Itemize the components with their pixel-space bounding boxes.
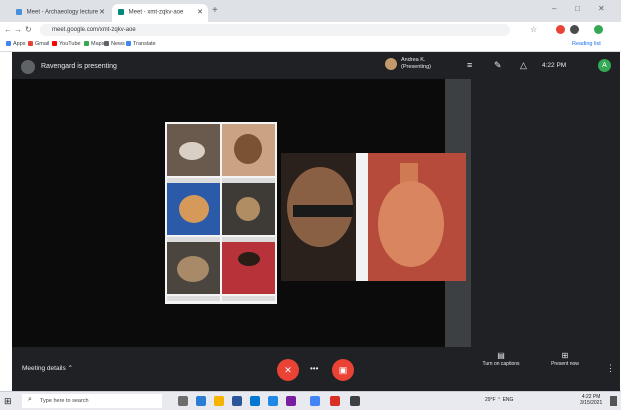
artifact-image bbox=[167, 183, 220, 242]
meet-controls-bar: Meeting details ⌃ ✕ ••• ▣ ▤ Turn on capt… bbox=[12, 347, 620, 391]
captions-icon: ▤ bbox=[497, 351, 505, 360]
close-tab-icon[interactable]: ✕ bbox=[197, 8, 203, 16]
address-bar-row: ← → ↻ meet.google.com/xmt-zqkv-aoe ☆ bbox=[0, 22, 621, 38]
taskbar-search-input[interactable]: ⌕ Type here to search bbox=[22, 394, 162, 408]
presenting-user-name: Andrea K. bbox=[401, 57, 426, 63]
browser-tab[interactable]: Meet - Archaeology lecture ✕ bbox=[10, 4, 110, 22]
edge-icon[interactable] bbox=[196, 396, 206, 406]
store-icon[interactable] bbox=[250, 396, 260, 406]
present-now-button[interactable]: ⊞ Present now bbox=[540, 351, 590, 368]
taskbar-clock[interactable]: 4:22 PM 3/15/2021 bbox=[580, 394, 602, 406]
bookmark-item[interactable]: News bbox=[104, 41, 125, 47]
captions-button[interactable]: ▤ Turn on captions bbox=[476, 351, 526, 368]
reload-icon[interactable]: ↻ bbox=[25, 25, 32, 34]
search-icon: ⌕ bbox=[28, 396, 32, 403]
tab-label: Meet - Archaeology lecture bbox=[26, 9, 99, 16]
tab-label: Meet - xmt-zqkv-aoe bbox=[128, 9, 184, 16]
close-window-button[interactable]: ✕ bbox=[598, 4, 605, 13]
minimize-button[interactable]: – bbox=[552, 4, 556, 13]
bookmark-item[interactable]: YouTube bbox=[52, 41, 81, 47]
system-tray[interactable]: 29°F ⌃ ENG bbox=[485, 397, 513, 403]
presenting-user: Andrea K. (Presenting) bbox=[385, 57, 431, 71]
camera-off-button[interactable]: ▣ bbox=[332, 359, 354, 381]
tab-favicon-icon bbox=[16, 9, 22, 15]
windows-taskbar: ⊞ ⌕ Type here to search 29°F ⌃ ENG 4:22 … bbox=[0, 391, 621, 410]
pot-shape bbox=[236, 197, 260, 221]
forward-icon[interactable]: → bbox=[14, 25, 22, 34]
bookmark-item[interactable]: Translate bbox=[126, 41, 156, 47]
artifact-photo-dark bbox=[281, 153, 360, 281]
windows-start-icon[interactable]: ⊞ bbox=[4, 396, 12, 407]
presenter-banner: Ravengard is presenting bbox=[21, 59, 117, 75]
artifact-image bbox=[167, 242, 220, 301]
alert-icon[interactable]: △ bbox=[520, 60, 527, 71]
caption-bar bbox=[222, 296, 275, 301]
caption-bar bbox=[167, 296, 220, 301]
close-tab-icon[interactable]: ✕ bbox=[99, 8, 105, 16]
extension-icon[interactable] bbox=[556, 25, 565, 34]
photo-border bbox=[356, 153, 368, 281]
present-icon: ⊞ bbox=[561, 351, 569, 360]
maximize-button[interactable]: □ bbox=[575, 4, 580, 13]
task-view-icon[interactable] bbox=[178, 396, 188, 406]
meeting-details-button[interactable]: Meeting details ⌃ bbox=[22, 364, 73, 372]
bookmark-item[interactable]: Gmail bbox=[28, 41, 49, 47]
presenter-banner-text: Ravengard is presenting bbox=[41, 63, 117, 70]
scale-bar bbox=[293, 205, 353, 217]
pot-shape bbox=[234, 134, 262, 164]
bookmark-item[interactable]: Maps bbox=[84, 41, 104, 47]
presenting-user-subtitle: (Presenting) bbox=[401, 64, 431, 70]
star-icon[interactable]: ☆ bbox=[530, 25, 537, 34]
back-icon[interactable]: ← bbox=[4, 25, 12, 34]
url-input[interactable]: meet.google.com/xmt-zqkv-aoe bbox=[40, 24, 510, 36]
activities-icon[interactable]: ✎ bbox=[494, 60, 502, 71]
artifact-image bbox=[222, 124, 275, 183]
powerpoint-icon[interactable] bbox=[330, 396, 340, 406]
more-vert-icon[interactable]: ⋮ bbox=[606, 363, 615, 374]
search-placeholder: Type here to search bbox=[40, 398, 89, 404]
extension-icon[interactable] bbox=[570, 25, 579, 34]
chat-icon[interactable]: ≡ bbox=[467, 60, 472, 70]
pot-shape bbox=[177, 256, 209, 282]
browser-tab-active[interactable]: Meet - xmt-zqkv-aoe ✕ bbox=[112, 4, 208, 22]
self-avatar[interactable]: A bbox=[598, 59, 611, 72]
file-explorer-icon[interactable] bbox=[214, 396, 224, 406]
pot-shape bbox=[179, 195, 209, 223]
avatar bbox=[385, 58, 397, 70]
artifact-image bbox=[222, 183, 275, 242]
bookmarks-bar: Apps Gmail YouTube Maps News Translate R… bbox=[0, 38, 621, 52]
reading-list-button[interactable]: Reading list bbox=[572, 41, 601, 47]
meet-favicon-icon bbox=[118, 9, 124, 15]
artifact-photo-red bbox=[356, 153, 466, 281]
pot-shape bbox=[179, 142, 205, 160]
pot-shape bbox=[238, 252, 260, 266]
meeting-clock: 4:22 PM bbox=[542, 62, 567, 69]
presenter-avatar bbox=[21, 60, 35, 74]
profile-avatar[interactable] bbox=[594, 25, 603, 34]
mail-icon[interactable] bbox=[268, 396, 278, 406]
slide-thumbnail-grid bbox=[165, 122, 277, 304]
more-options-button[interactable]: ••• bbox=[310, 364, 318, 373]
mic-off-button[interactable]: ✕ bbox=[277, 359, 299, 381]
word-icon[interactable] bbox=[232, 396, 242, 406]
url-text: meet.google.com/xmt-zqkv-aoe bbox=[52, 27, 136, 33]
artifact-image bbox=[167, 124, 220, 183]
app-icon[interactable] bbox=[350, 396, 360, 406]
artifact-image bbox=[222, 242, 275, 301]
bookmark-item[interactable]: Apps bbox=[6, 41, 26, 47]
pot-shape bbox=[378, 181, 444, 267]
meet-window: Ravengard is presenting Andrea K. (Prese… bbox=[12, 52, 620, 391]
app-icon[interactable] bbox=[286, 396, 296, 406]
browser-tab-strip: Meet - Archaeology lecture ✕ Meet - xmt-… bbox=[0, 0, 621, 22]
new-tab-button[interactable]: + bbox=[212, 5, 218, 16]
chrome-icon[interactable] bbox=[310, 396, 320, 406]
notifications-icon[interactable] bbox=[610, 396, 617, 406]
